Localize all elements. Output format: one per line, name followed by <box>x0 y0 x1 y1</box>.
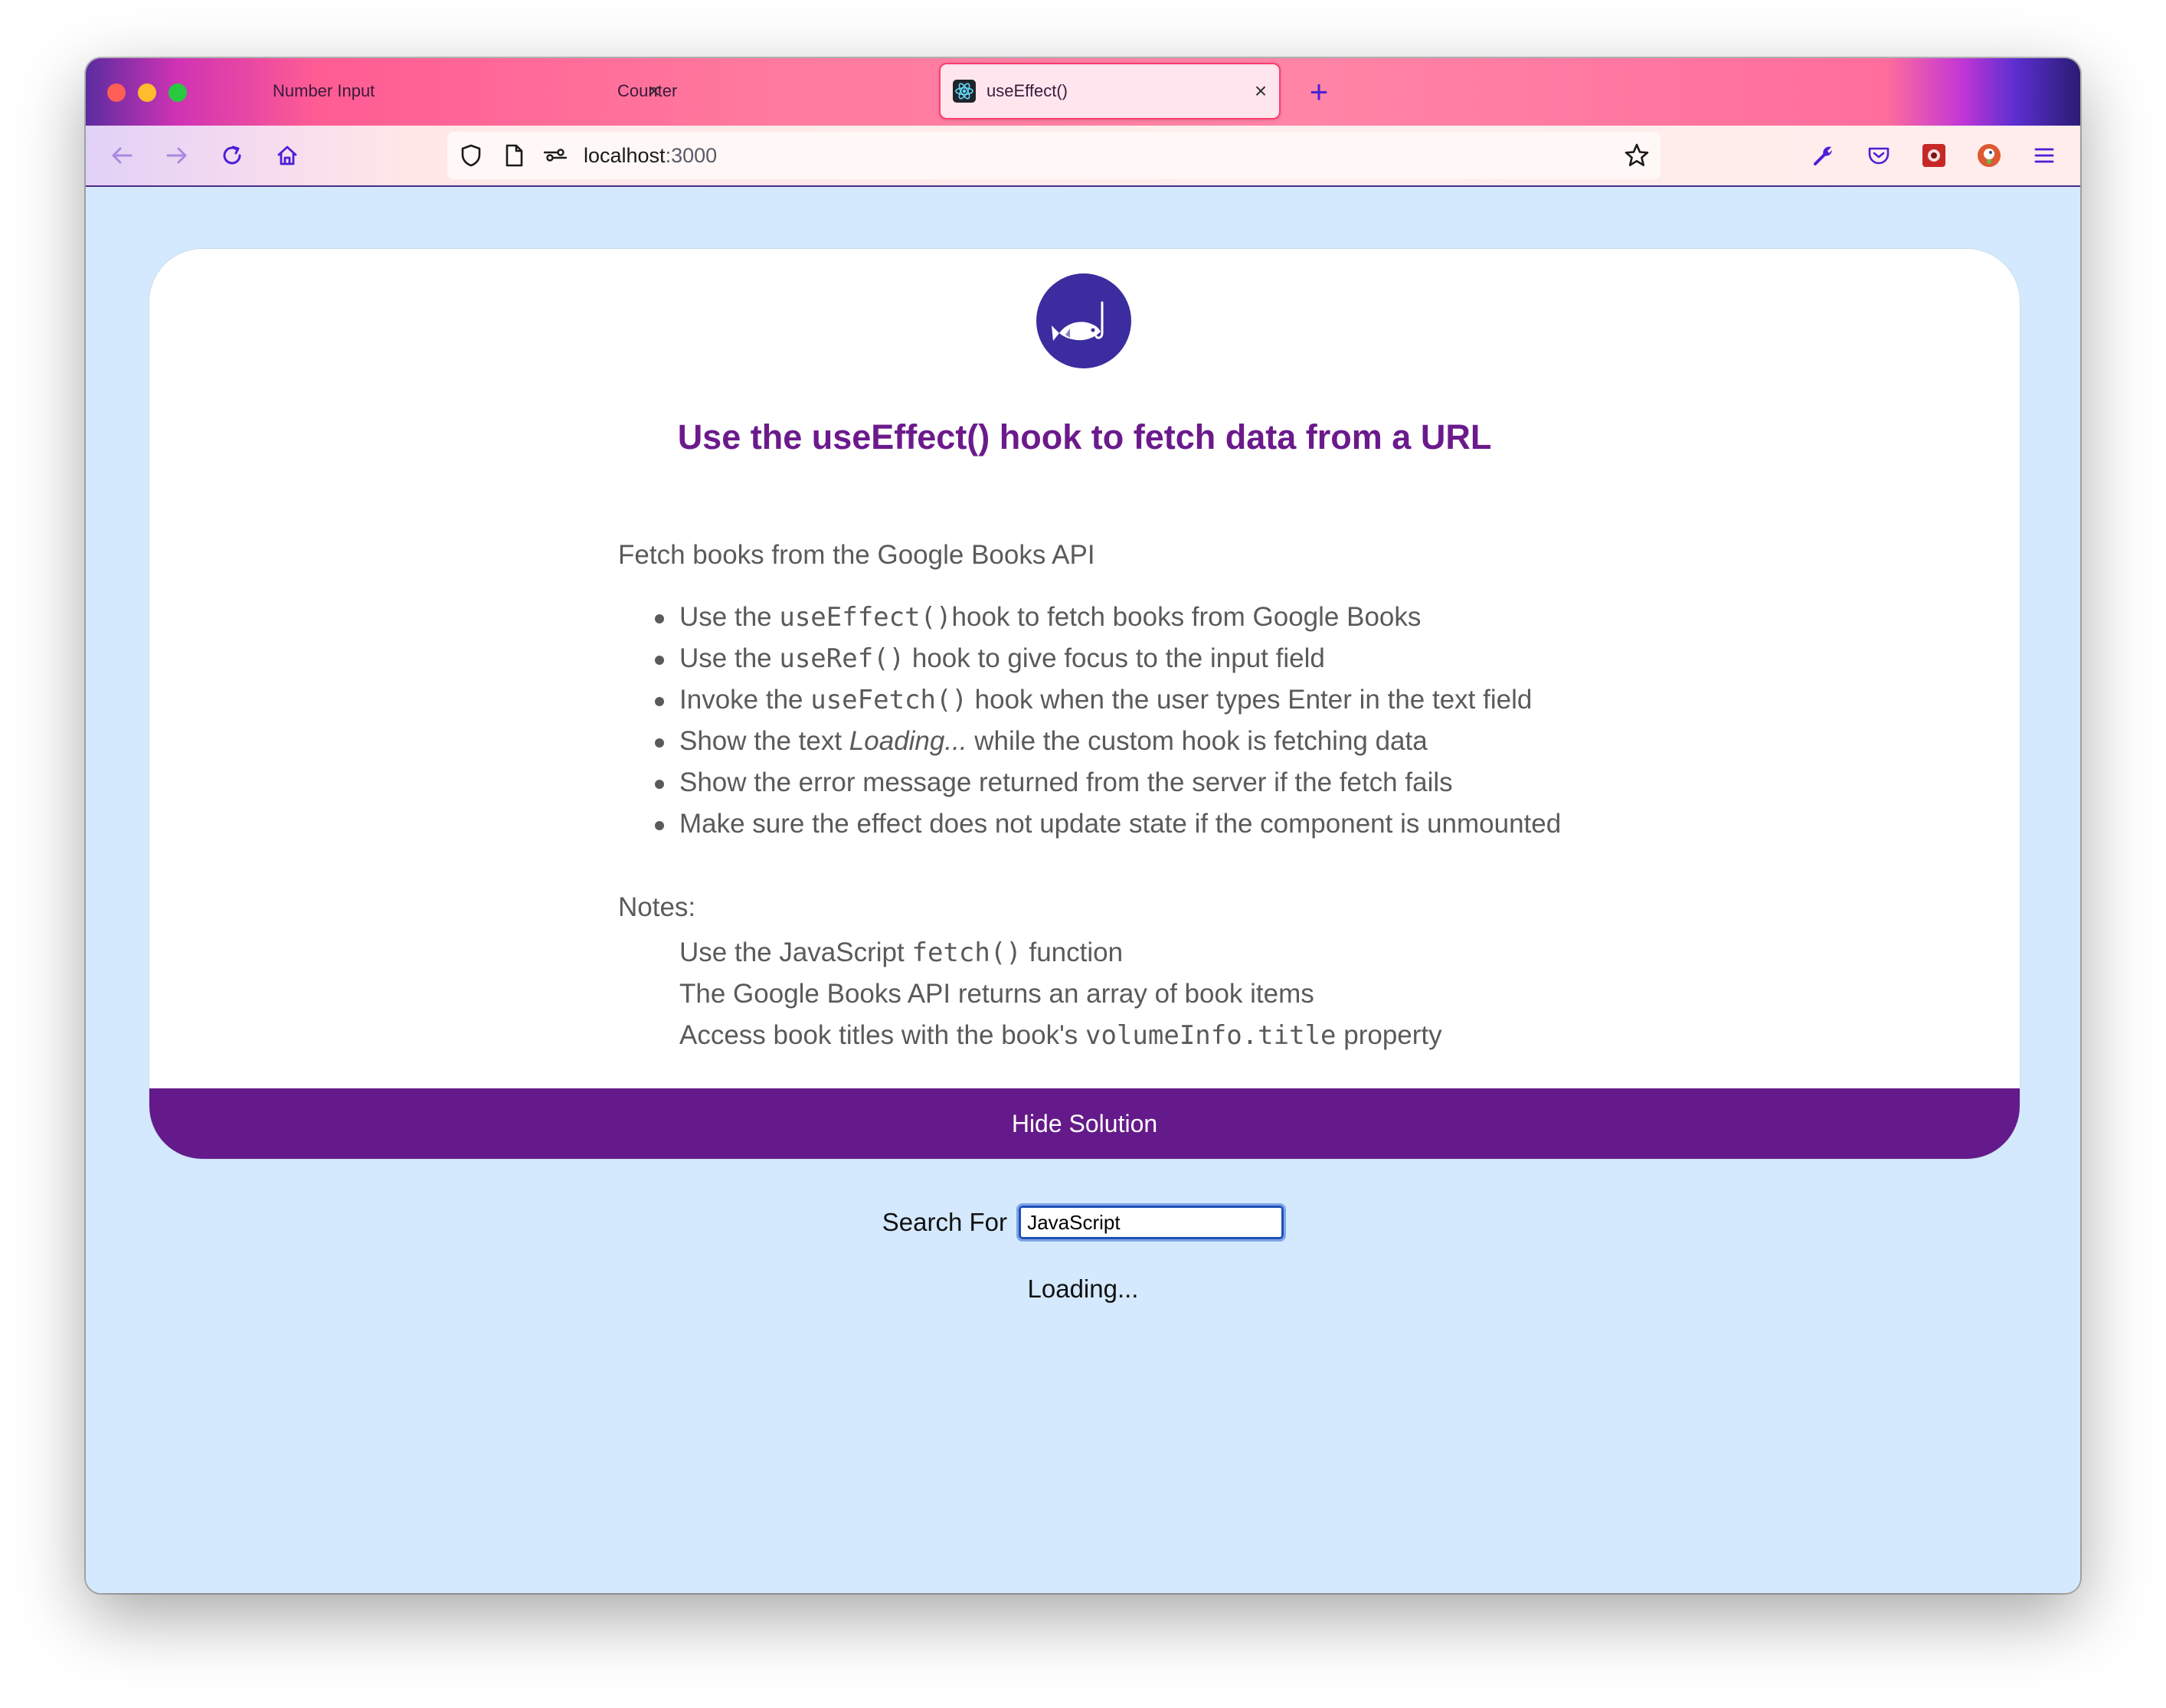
list-item: Use the useRef() hook to give focus to t… <box>654 638 1561 679</box>
wrench-icon <box>1814 146 1832 165</box>
url-host: localhost <box>584 144 666 167</box>
search-input[interactable] <box>1016 1203 1287 1242</box>
reload-icon <box>223 146 241 165</box>
page-title: Use the useEffect() hook to fetch data f… <box>677 417 1492 456</box>
page-content: Use the useEffect() hook to fetch data f… <box>86 187 2080 1593</box>
note-item: Use the JavaScript fetch() function <box>679 937 1124 968</box>
bookmark-star-icon[interactable] <box>1624 142 1650 169</box>
forward-arrow-icon <box>166 147 187 164</box>
menu-icon <box>2034 148 2054 163</box>
close-icon[interactable]: × <box>1248 79 1273 103</box>
page-icon[interactable] <box>501 142 527 169</box>
tab-label: Number Input <box>273 81 375 100</box>
duckduckgo-icon <box>1978 144 2001 167</box>
code-snippet: useEffect() <box>779 602 952 633</box>
note-item: The Google Books API returns an array of… <box>679 979 1314 1009</box>
permissions-icon[interactable] <box>542 142 568 169</box>
shield-icon[interactable] <box>458 142 484 169</box>
browser-window: Number Input × Counter × useEffect() × + <box>86 58 2080 1593</box>
forward-button[interactable] <box>158 136 196 175</box>
close-window-button[interactable] <box>107 83 126 102</box>
tab-strip: Number Input × Counter × useEffect() × + <box>86 58 2080 126</box>
notes-list: Use the JavaScript fetch() function The … <box>679 932 1442 1056</box>
url-bar[interactable]: localhost:3000 <box>447 132 1660 179</box>
home-button[interactable] <box>268 136 306 175</box>
back-arrow-icon <box>112 147 133 164</box>
pocket-button[interactable] <box>1860 136 1898 175</box>
notes-label: Notes: <box>618 892 696 922</box>
list-item: Show the text Loading... while the custo… <box>654 721 1561 762</box>
list-item: Show the error message returned from the… <box>654 762 1561 803</box>
list-item: Make sure the effect does not update sta… <box>654 803 1561 845</box>
tab-label: Counter <box>617 81 678 100</box>
exercise-card: Use the useEffect() hook to fetch data f… <box>149 248 2020 1160</box>
list-item: Invoke the useFetch() hook when the user… <box>654 679 1561 721</box>
search-label: Search For <box>882 1208 1008 1236</box>
back-button[interactable] <box>103 136 141 175</box>
url-text[interactable]: localhost:3000 <box>584 144 717 168</box>
code-snippet: useRef() <box>779 643 905 674</box>
minimize-window-button[interactable] <box>138 83 156 102</box>
app-menu-button[interactable] <box>2025 136 2063 175</box>
zoom-window-button[interactable] <box>169 83 187 102</box>
loading-text: Loading... <box>1027 1274 1139 1303</box>
requirements-list: Use the useEffect()hook to fetch books f… <box>654 597 1561 845</box>
extension-icon <box>1922 144 1945 167</box>
duckduckgo-button[interactable] <box>1970 136 2008 175</box>
tab-label: useEffect() <box>986 81 1068 100</box>
react-icon <box>953 80 976 103</box>
logo <box>1036 273 1131 368</box>
list-item: Use the useEffect()hook to fetch books f… <box>654 597 1561 638</box>
extension-button[interactable] <box>1915 136 1953 175</box>
code-snippet: fetch() <box>911 937 1022 968</box>
devtools-button[interactable] <box>1804 136 1843 175</box>
reload-button[interactable] <box>213 136 251 175</box>
home-icon <box>277 146 297 165</box>
emphasis-text: Loading... <box>849 726 967 756</box>
code-snippet: volumeInfo.title <box>1085 1020 1337 1051</box>
url-port: :3000 <box>665 144 718 167</box>
note-item: Access book titles with the book's volum… <box>679 1020 1442 1051</box>
intro-text: Fetch books from the Google Books API <box>618 540 1095 570</box>
pocket-icon <box>1868 147 1890 165</box>
code-snippet: useFetch() <box>810 685 967 715</box>
hide-solution-button[interactable]: Hide Solution <box>149 1088 2020 1159</box>
new-tab-button[interactable]: + <box>1296 69 1342 115</box>
nav-bar: localhost:3000 <box>86 126 2080 187</box>
fish-logo-icon <box>1052 301 1104 341</box>
search-row: Search For <box>86 1203 2080 1242</box>
tab-useeffect[interactable]: useEffect() × <box>939 63 1281 119</box>
